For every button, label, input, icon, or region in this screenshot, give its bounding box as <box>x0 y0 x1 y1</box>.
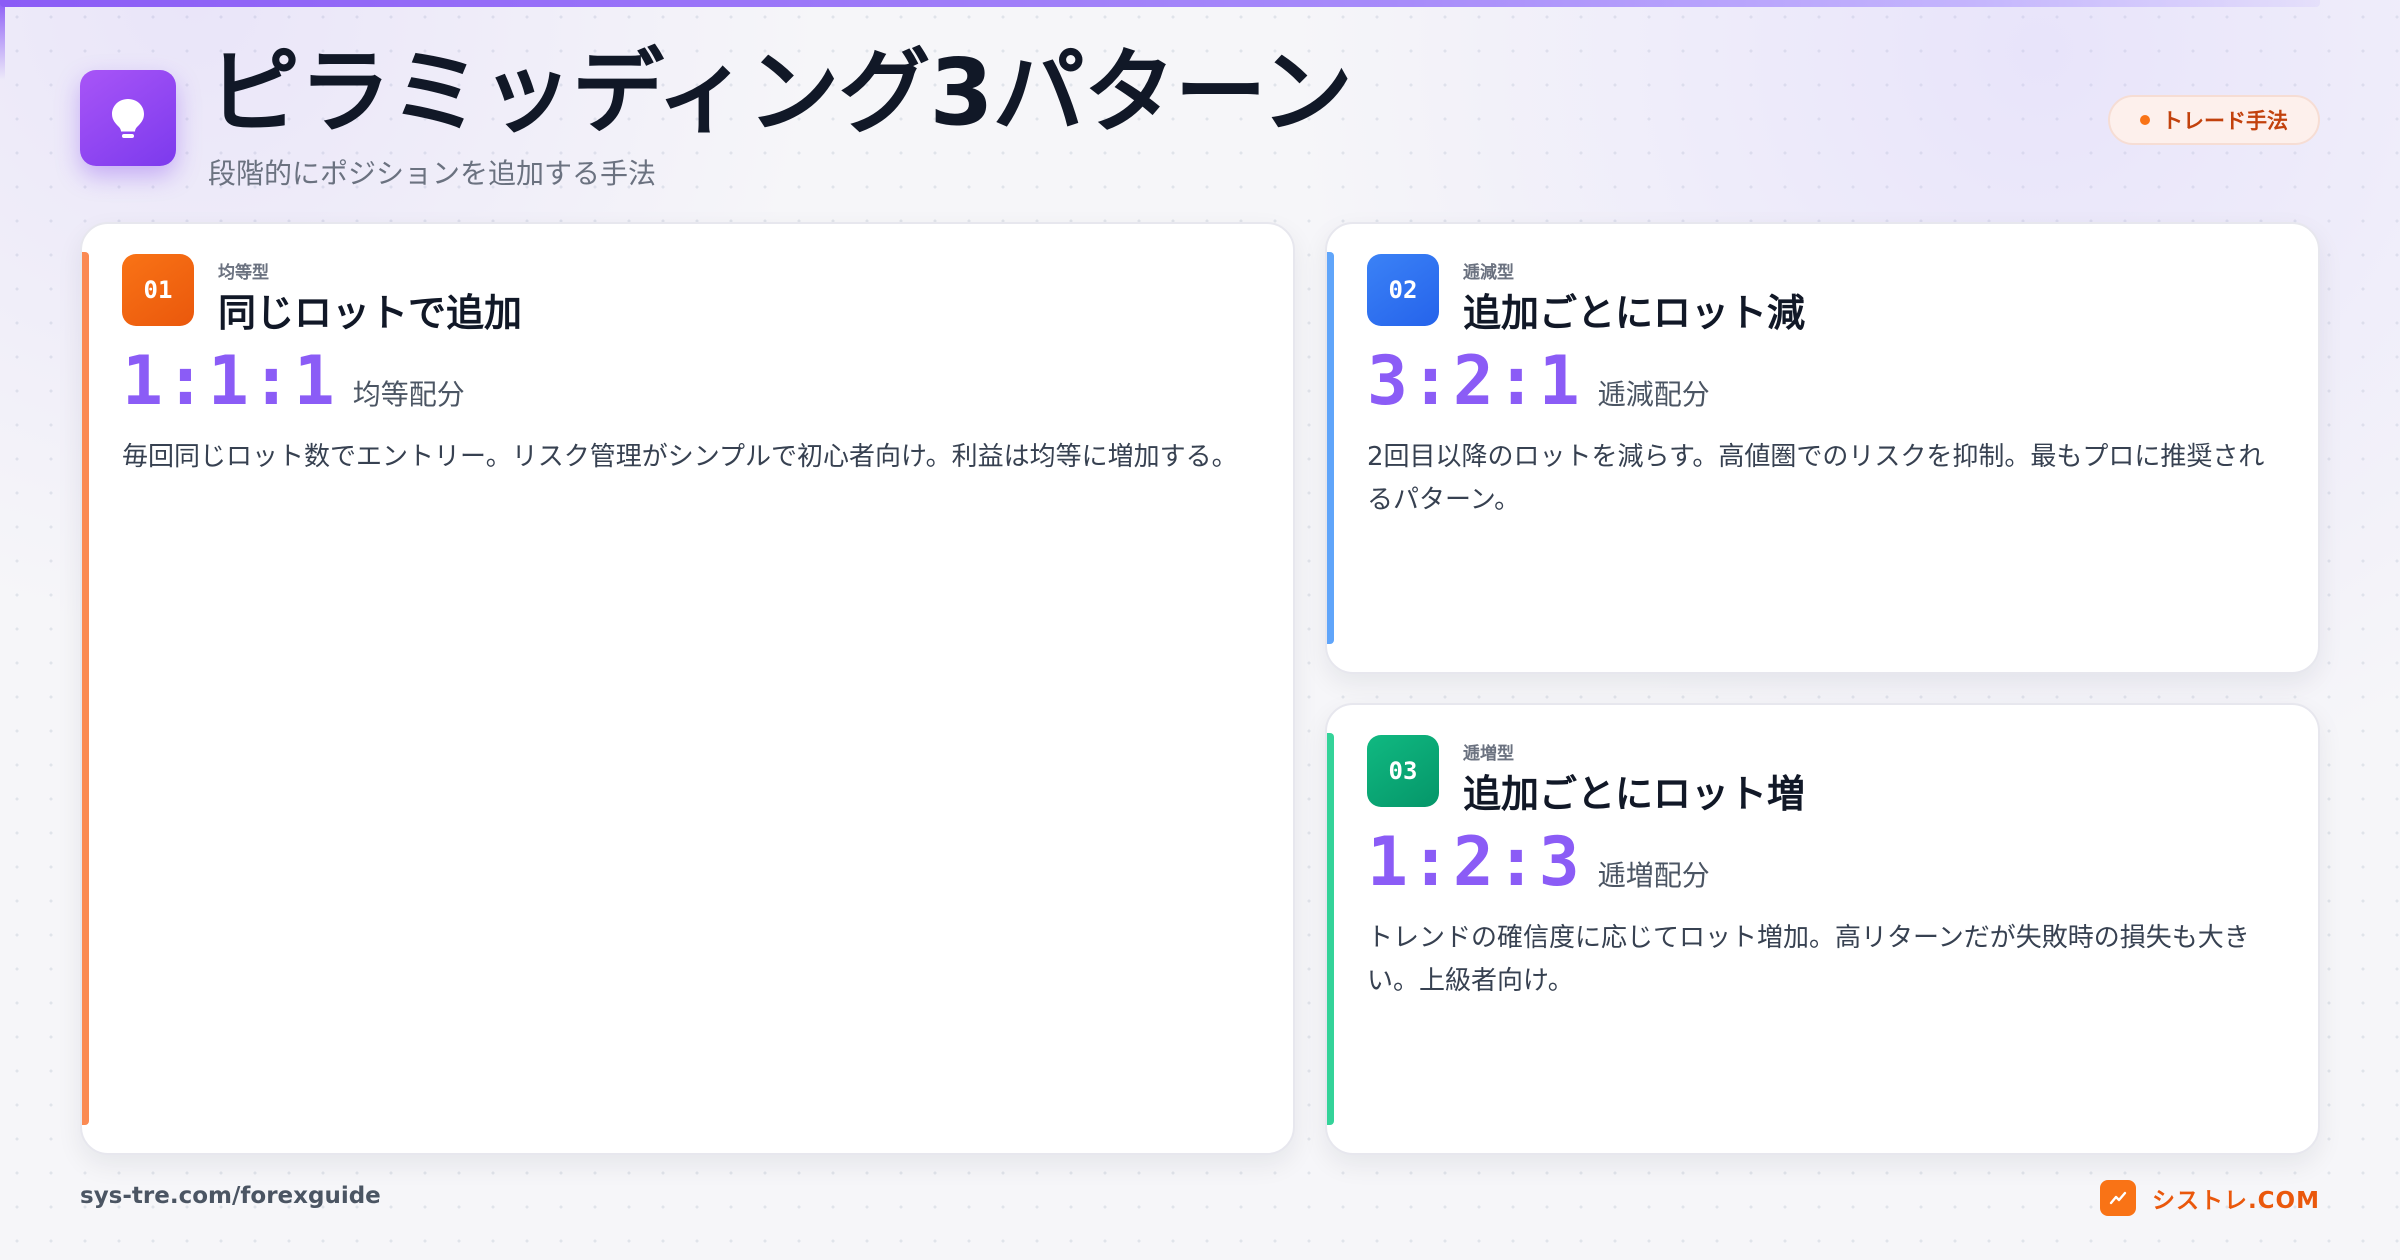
card-title: 同じロットで追加 <box>218 291 523 335</box>
card-number-badge: 01 <box>122 254 194 326</box>
ratio-label: 逓増配分 <box>1597 859 1710 892</box>
top-accent-bar <box>0 0 2320 7</box>
lightbulb-icon <box>80 70 176 166</box>
card-type-label: 逓減型 <box>1463 263 1514 283</box>
pattern-card-increasing: 03 逓増型 追加ごとにロット増 1:2:3 逓増配分 トレンドの確信度に応じて… <box>1325 703 2320 1155</box>
card-accent-bar <box>1327 252 1334 644</box>
card-title: 追加ごとにロット減 <box>1463 291 1806 335</box>
badge-dot-icon <box>2140 115 2150 125</box>
ratio-row: 1:1:1 均等配分 <box>122 348 465 416</box>
card-type-label: 逓増型 <box>1463 744 1514 764</box>
category-badge: トレード手法 <box>2108 95 2320 145</box>
page-subtitle: 段階的にポジションを追加する手法 <box>208 157 657 190</box>
card-number-badge: 03 <box>1367 735 1439 807</box>
ratio-label: 逓減配分 <box>1597 378 1710 411</box>
ratio-label: 均等配分 <box>352 378 465 411</box>
brand-logo: シストレ.COM <box>2099 1180 2320 1216</box>
card-accent-bar <box>82 252 89 1125</box>
left-accent-bar <box>0 0 5 80</box>
footer-url: sys-tre.com/forexguide <box>80 1183 381 1209</box>
card-title: 追加ごとにロット増 <box>1463 772 1806 816</box>
card-description: 2回目以降のロットを減らす。高値圏でのリスクを抑制。最もプロに推奨されるパターン… <box>1367 442 2265 515</box>
card-description: トレンドの確信度に応じてロット増加。高リターンだが失敗時の損失も大きい。上級者向… <box>1367 923 2250 996</box>
category-badge-label: トレード手法 <box>2162 109 2288 133</box>
card-number-badge: 02 <box>1367 254 1439 326</box>
lot-ratio: 3:2:1 <box>1367 342 1582 421</box>
ratio-row: 1:2:3 逓増配分 <box>1367 829 1710 897</box>
ratio-row: 3:2:1 逓減配分 <box>1367 348 1710 416</box>
pattern-card-equal: 01 均等型 同じロットで追加 1:1:1 均等配分 毎回同じロット数でエントリ… <box>80 222 1295 1155</box>
pattern-card-decreasing: 02 逓減型 追加ごとにロット減 3:2:1 逓減配分 2回目以降のロットを減ら… <box>1325 222 2320 674</box>
page-title: ピラミッディング3パターン <box>208 39 1353 146</box>
card-accent-bar <box>1327 733 1334 1125</box>
card-description: 毎回同じロット数でエントリー。リスク管理がシンプルで初心者向け。利益は均等に増加… <box>122 442 1238 472</box>
lot-ratio: 1:1:1 <box>122 342 337 421</box>
trend-chart-icon <box>2099 1180 2136 1216</box>
lot-ratio: 1:2:3 <box>1367 823 1582 902</box>
card-type-label: 均等型 <box>218 263 269 283</box>
brand-name: シストレ.COM <box>2151 1188 2320 1214</box>
